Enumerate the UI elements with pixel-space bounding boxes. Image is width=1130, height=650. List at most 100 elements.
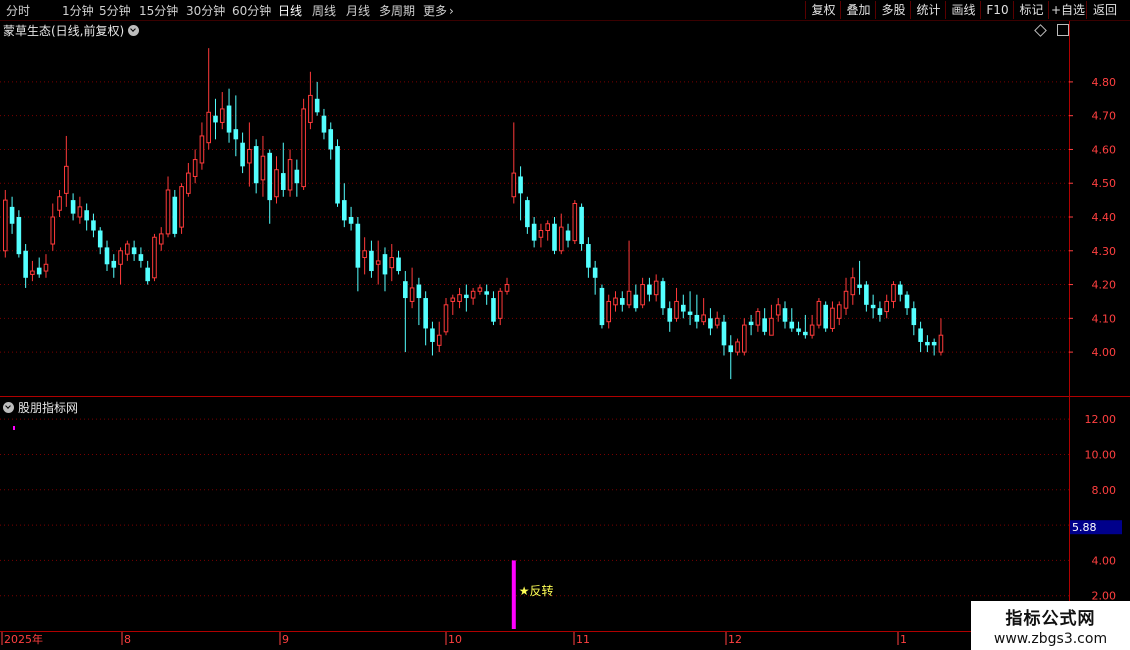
candle-body-up [43,263,49,272]
stock-title[interactable]: 蒙草生态(日线,前复权) [3,22,140,39]
date-tick-label: 11 [576,633,590,646]
candle-body-down [464,294,469,299]
price-tick-label: 4.30 [1092,245,1117,258]
candle-body-up [287,159,293,191]
candle-body-down [213,115,218,123]
candle-body-up [77,206,83,218]
signal-bar [511,560,516,629]
candle-body-down [525,200,530,228]
candle-body-down [396,257,401,272]
signal-label: ★反转 [519,583,554,598]
candle-body-down [660,281,666,309]
layout-toggle-icon[interactable] [1056,24,1069,36]
candle-body-down [918,328,923,342]
candle-body-up [545,223,551,232]
price-tick-label: 4.40 [1092,211,1117,224]
price-tick-label: 4.20 [1092,279,1117,292]
candle-body-up [50,216,56,245]
candlestick-series [3,48,944,380]
candle-body-down [294,169,300,184]
window-controls [1034,24,1069,38]
candle-body-down [823,304,828,329]
candle-body-down [342,200,347,221]
candle-body-down [172,196,178,234]
candle-body-up [714,317,720,326]
candle-body-up [450,297,456,302]
candle-body-up [613,297,618,306]
candle-body-down [599,287,605,326]
candle-body-up [938,334,944,353]
candle-body-up [219,108,225,123]
indicator-dot [13,426,15,430]
candle-body-up [186,172,191,194]
candle-body-up [470,290,476,299]
candle-body-down [925,341,930,346]
chevron-down-icon[interactable] [128,25,140,36]
candle-body-up [809,324,815,336]
indicator-tick-label: 10.00 [1085,448,1117,461]
candle-body-up [125,243,130,255]
candle-body-down [335,146,340,204]
candle-body-down [280,173,286,190]
candle-body-up [836,304,842,319]
kline-chart-svg[interactable]: ★反转 4.80 4.70 4.60 4.50 4.40 4.30 4.20 4.10 4.00… [0,0,1130,650]
watermark-url: www.zbgs3.com [993,631,1108,647]
date-tick-label: 12 [728,633,742,646]
candle-body-down [267,152,273,201]
candle-body-down [579,206,584,245]
candle-body-down [97,230,103,248]
candle-body-up [558,226,564,252]
candle-body-down [552,223,557,251]
indicator-title[interactable]: 股朋指标网 [3,399,78,416]
candle-body-up [165,189,171,235]
candle-body-up [538,230,544,238]
candle-body-up [457,294,462,302]
candle-body-up [497,290,503,319]
candle-body-up [179,186,184,228]
chevron-down-icon[interactable] [3,402,14,413]
candle-body-down [748,321,754,326]
indicator-title-label: 股朋指标网 [18,401,79,415]
candle-body-down [796,328,801,332]
date-tick-label: 1 [900,633,907,646]
candle-body-down [348,217,354,224]
candle-body-up [260,155,266,181]
candle-body-down [911,308,917,326]
candle-body-up [152,236,157,279]
price-tick-label: 4.50 [1092,177,1117,190]
candle-body-down [803,331,808,336]
candle-body-up [362,250,367,259]
candle-body-up [206,111,211,144]
candle-body-up [572,202,578,242]
candle-body-up [64,165,69,194]
candle-body-down [877,308,883,315]
candle-body-down [328,129,334,150]
candle-body-up [192,159,198,177]
candle-body-down [728,345,734,353]
candle-body-down [382,254,388,275]
candle-body-up [158,233,164,245]
candle-body-up [199,135,205,164]
price-tick-label: 4.10 [1092,312,1117,325]
candle-body-down [647,284,652,295]
candle-body-down [586,244,591,268]
candle-body-down [931,341,937,346]
watermark: 指标公式网 www.zbgs3.com [971,601,1130,650]
candle-body-down [145,267,150,282]
date-tick-label: 9 [282,633,289,646]
candle-body-down [904,294,910,309]
candle-body-down [233,129,239,140]
candle-body-up [775,304,781,316]
indicator-series: ★反转 [13,426,554,629]
candle-body-up [884,300,890,313]
candle-body-down [592,267,598,278]
indicator-tick-label: 4.00 [1092,554,1117,567]
candle-body-down [36,267,42,275]
candle-body-up [742,324,747,353]
candle-body-down [484,291,489,295]
candle-body-down [721,321,727,346]
candle-body-up [653,280,659,296]
candle-body-down [897,284,903,295]
candle-body-up [118,250,123,265]
diamond-icon[interactable] [1034,24,1047,37]
